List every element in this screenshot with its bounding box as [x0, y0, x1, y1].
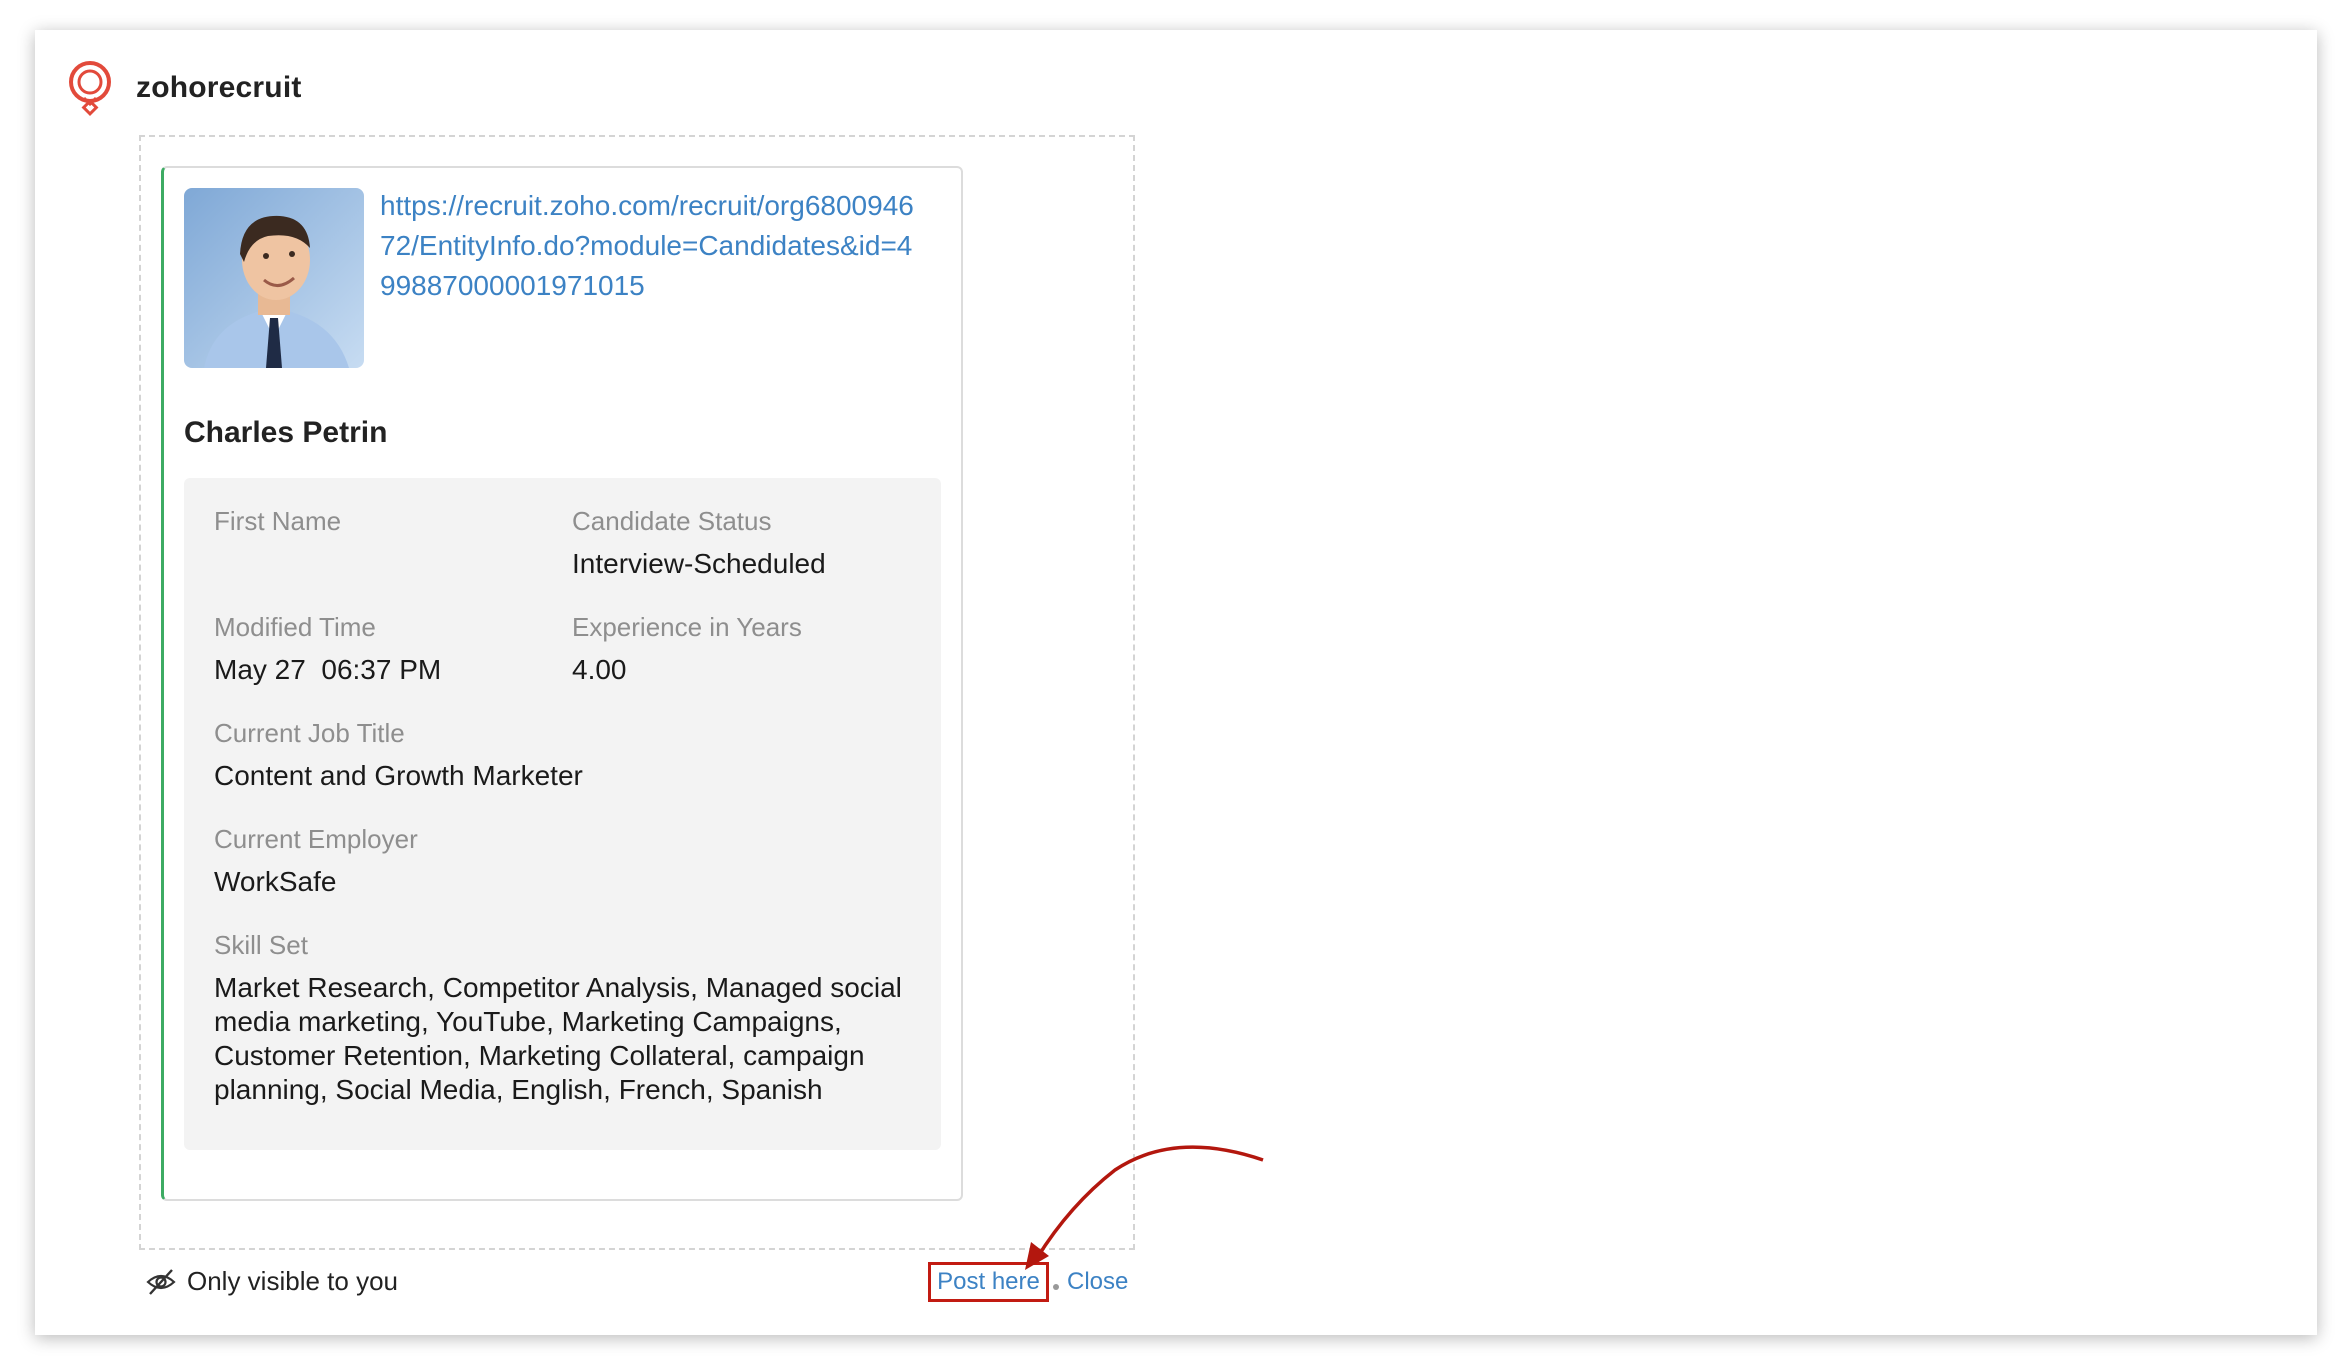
field-label: Modified Time [214, 612, 376, 642]
field-value: 4.00 [572, 654, 627, 685]
field-value: May 27 06:37 PM [214, 654, 442, 685]
field-label: Experience in Years [572, 612, 802, 642]
field-label: Current Employer [214, 824, 418, 854]
separator-dot [1053, 1284, 1059, 1290]
field-first-name: First Name [214, 504, 544, 547]
field-modified-time: Modified Time May 27 06:37 PM [214, 610, 544, 687]
annotation-arrow-icon [1025, 1145, 1264, 1270]
field-current-job-title: Current Job Title Content and Growth Mar… [214, 716, 914, 793]
record-url-link[interactable]: https://recruit.zoho.com/recruit/org6800… [380, 186, 920, 306]
candidate-card: https://recruit.zoho.com/recruit/org6800… [161, 166, 963, 1201]
eye-slash-icon [146, 1268, 176, 1295]
app-name: zohorecruit [136, 71, 302, 104]
visibility-notice: Only visible to you [145, 1266, 398, 1297]
bot-message-window: zohorecruit https://recruit.zoho.com/rec… [35, 30, 2317, 1335]
zohorecruit-logo-icon [69, 61, 111, 116]
field-candidate-status: Candidate Status Interview-Scheduled [572, 504, 922, 581]
field-value: Content and Growth Marketer [214, 760, 583, 791]
field-skill-set: Skill Set Market Research, Competitor An… [214, 928, 914, 1107]
field-value: Market Research, Competitor Analysis, Ma… [214, 972, 902, 1105]
field-label: Skill Set [214, 930, 308, 960]
field-experience: Experience in Years 4.00 [572, 610, 922, 687]
field-value: Interview-Scheduled [572, 548, 826, 579]
field-label: Current Job Title [214, 718, 405, 748]
field-label: Candidate Status [572, 506, 772, 536]
candidate-name: Charles Petrin [184, 416, 388, 449]
field-current-employer: Current Employer WorkSafe [214, 822, 914, 899]
candidate-details-panel: First Name Candidate Status Interview-Sc… [184, 478, 941, 1150]
field-value: WorkSafe [214, 866, 337, 897]
app-header: zohorecruit [62, 58, 302, 118]
visibility-text: Only visible to you [187, 1266, 398, 1296]
field-label: First Name [214, 506, 342, 536]
candidate-photo [184, 188, 364, 368]
